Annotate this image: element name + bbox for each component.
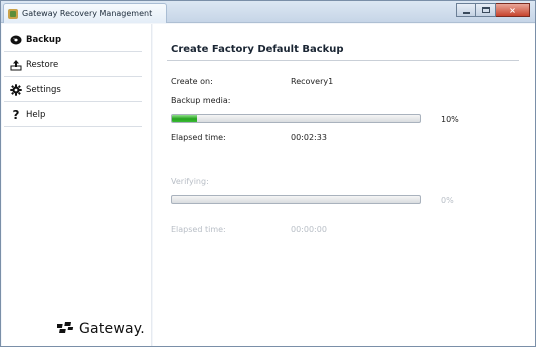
app-icon — [8, 8, 18, 19]
help-icon: ? — [12, 107, 20, 122]
page-title: Create Factory Default Backup — [171, 44, 344, 55]
window-controls: × — [456, 3, 530, 17]
title-tab: Gateway Recovery Management — [3, 3, 167, 23]
sidebar-item-label: Backup — [26, 34, 62, 45]
verify-progress-bar — [171, 195, 421, 204]
close-icon: × — [509, 5, 516, 15]
create-on-label: Create on: — [171, 77, 213, 86]
create-on-value: Recovery1 — [291, 77, 334, 86]
gateway-logo: Gateway. — [55, 321, 145, 337]
sidebar-item-settings[interactable]: Settings — [4, 78, 142, 102]
restore-icon — [10, 59, 22, 71]
window-title: Gateway Recovery Management — [22, 9, 153, 18]
sidebar-item-label: Settings — [26, 84, 61, 95]
close-button[interactable]: × — [496, 3, 530, 17]
maximize-icon — [481, 7, 490, 13]
sidebar-item-restore[interactable]: Restore — [4, 53, 142, 77]
main-panel: Create Factory Default Backup Create on:… — [153, 24, 535, 346]
verify-progress-percent: 0% — [441, 196, 454, 205]
backup-progress-fill — [172, 115, 197, 122]
sidebar: Backup Restore Settings ? Help Gateway. — [2, 24, 152, 346]
title-bar[interactable]: Gateway Recovery Management × — [1, 1, 535, 23]
elapsed-time-label: Elapsed time: — [171, 133, 226, 142]
minimize-icon — [462, 11, 470, 14]
maximize-button[interactable] — [476, 3, 496, 17]
title-divider — [167, 60, 519, 61]
backup-media-label: Backup media: — [171, 96, 231, 105]
verify-elapsed-time-value: 00:00:00 — [291, 225, 327, 234]
disc-icon — [10, 34, 22, 46]
backup-progress-percent: 10% — [441, 115, 459, 124]
gateway-logo-icon — [55, 322, 75, 336]
sidebar-item-backup[interactable]: Backup — [4, 28, 142, 52]
gear-icon — [10, 83, 22, 96]
backup-progress-bar — [171, 114, 421, 123]
sidebar-item-label: Help — [26, 109, 46, 120]
minimize-button[interactable] — [456, 3, 476, 17]
elapsed-time-value: 00:02:33 — [291, 133, 327, 142]
app-window: Gateway Recovery Management × Backup Res… — [0, 0, 536, 347]
gateway-logo-text: Gateway. — [79, 321, 145, 337]
sidebar-item-help[interactable]: ? Help — [4, 103, 142, 127]
sidebar-item-label: Restore — [26, 59, 59, 70]
verify-elapsed-time-label: Elapsed time: — [171, 225, 226, 234]
verifying-label: Verifying: — [171, 177, 209, 186]
